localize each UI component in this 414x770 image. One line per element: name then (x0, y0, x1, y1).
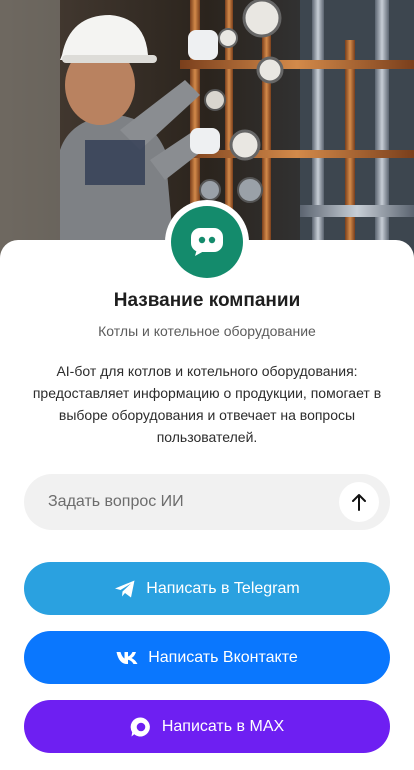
vk-button[interactable]: Написать Вконтакте (24, 631, 390, 684)
max-button-label: Написать в MAX (161, 717, 285, 735)
vk-icon (116, 651, 138, 665)
company-description: AI-бот для котлов и котельного оборудова… (32, 363, 382, 445)
max-icon (130, 716, 152, 738)
telegram-button-label: Написать в Telegram (146, 579, 300, 597)
max-button[interactable]: Написать в MAX (24, 700, 390, 753)
telegram-button[interactable]: Написать в Telegram (24, 562, 390, 615)
chat-bot-icon (191, 228, 223, 256)
avatar-circle (171, 206, 243, 278)
send-button[interactable] (339, 482, 379, 522)
vk-button-label: Написать Вконтакте (148, 648, 298, 666)
arrow-up-icon (352, 494, 366, 511)
company-avatar (165, 200, 249, 284)
ask-ai-bar (24, 474, 390, 530)
company-name: Название компании (113, 290, 301, 311)
company-category: Котлы и котельное оборудование (98, 323, 316, 339)
telegram-icon (114, 579, 136, 599)
ask-ai-input[interactable] (48, 474, 338, 530)
